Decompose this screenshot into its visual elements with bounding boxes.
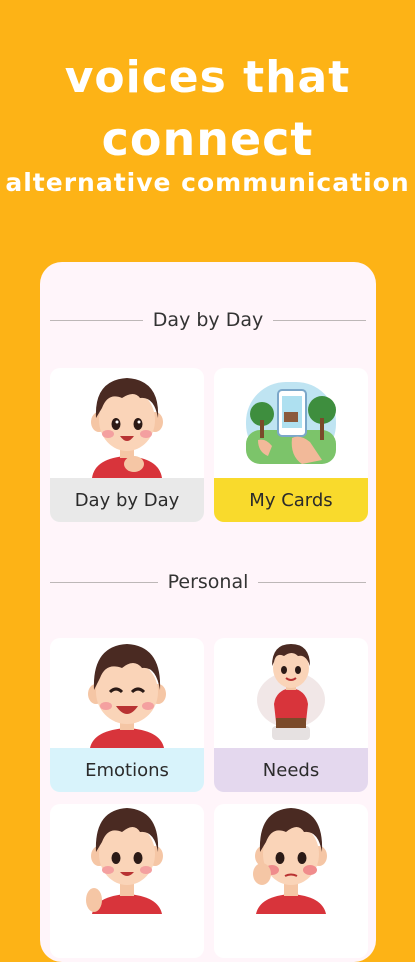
card-label: Emotions [50,748,204,792]
hero-subtitle: alternative communication [5,168,410,197]
phone-camera-park-icon [214,368,368,478]
section-header-day-by-day: Day by Day [50,308,367,332]
section-title: Personal [167,571,249,593]
boy-laughing-icon [50,638,204,748]
divider [258,581,366,583]
boy-waving-icon [50,804,204,914]
card-label: Day by Day [50,478,204,522]
section-title: Day by Day [152,309,264,331]
card-my-cards[interactable]: My Cards [214,368,368,522]
hero-title-line2: connect [101,112,314,166]
boy-toilet-icon [214,638,368,748]
divider [273,319,367,321]
card-partial-left[interactable] [50,804,204,958]
card-emotions[interactable]: Emotions [50,638,204,792]
card-day-by-day[interactable]: Day by Day [50,368,204,522]
card-partial-right[interactable] [214,804,368,958]
boy-smiling-icon [50,368,204,478]
card-label: Needs [214,748,368,792]
hero-title-line1: voices that [64,52,351,103]
section-header-personal: Personal [50,570,366,594]
divider [50,319,143,321]
divider [50,581,158,583]
card-label: My Cards [214,478,368,522]
phone-screen: Day by Day Day by Day My Cards Personal … [40,262,376,962]
boy-shy-icon [214,804,368,914]
card-needs[interactable]: Needs [214,638,368,792]
